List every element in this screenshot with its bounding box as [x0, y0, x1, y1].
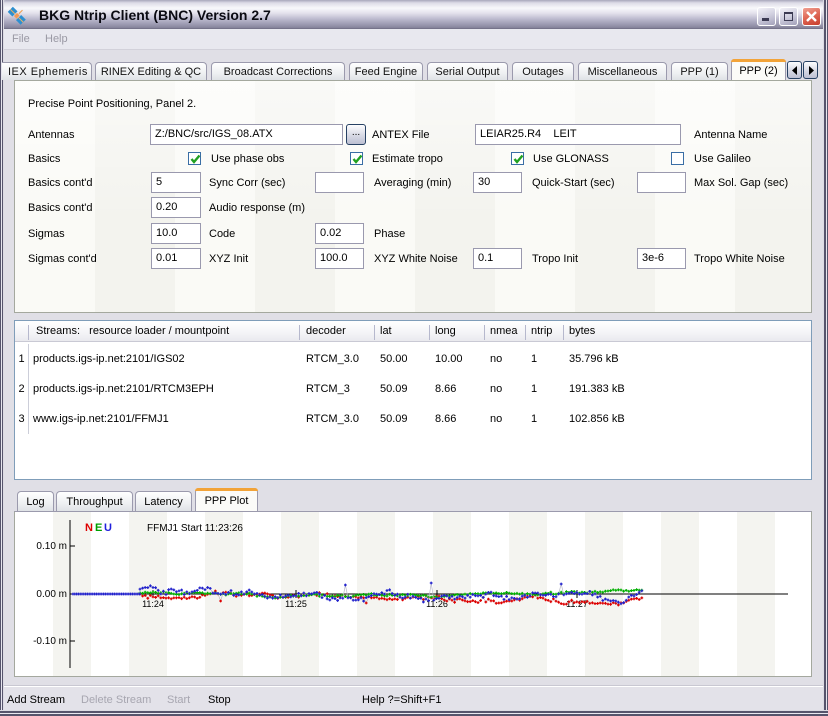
- svg-text:N: N: [85, 522, 93, 534]
- svg-text:E: E: [95, 522, 102, 534]
- svg-text:11:24: 11:24: [142, 599, 164, 609]
- svg-text:U: U: [104, 522, 112, 534]
- svg-text:-0.10 m: -0.10 m: [33, 636, 67, 647]
- svg-text:FFMJ1 Start 11:23:26: FFMJ1 Start 11:23:26: [147, 523, 243, 534]
- svg-text:11:25: 11:25: [285, 599, 307, 609]
- svg-text:0.10 m: 0.10 m: [36, 541, 67, 552]
- svg-text:0.00 m: 0.00 m: [36, 589, 67, 600]
